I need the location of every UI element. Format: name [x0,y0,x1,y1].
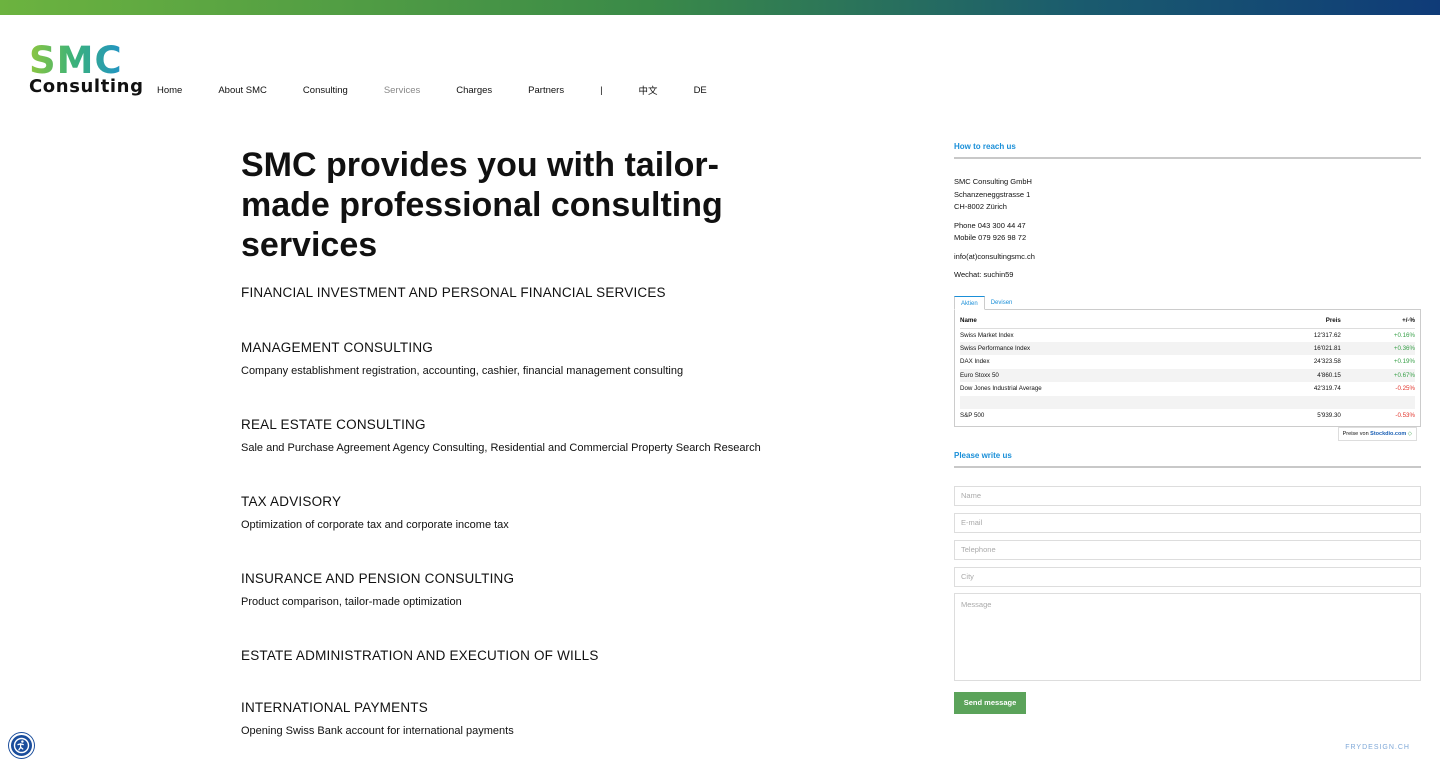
col-price: Preis [1246,313,1341,329]
service-text: Optimization of corporate tax and corpor… [241,519,509,531]
company-mobile: Mobile 079 926 98 72 [954,233,1027,242]
main-content: SMC provides you with tailor-made profes… [241,145,861,737]
reach-us-heading: How to reach us [954,142,1421,159]
service-section: INTERNATIONAL PAYMENTS Opening Swiss Ban… [241,700,861,737]
tab-devisen[interactable]: Devisen [985,296,1019,310]
row-change: +0.19% [1393,358,1415,366]
footer-credit[interactable]: FRYDESIGN.CH [1345,744,1410,751]
top-gradient-bar [0,0,1440,15]
service-section: REAL ESTATE CONSULTING Sale and Purchase… [241,417,861,454]
page-title: SMC provides you with tailor-made profes… [241,146,723,264]
row-change [1340,395,1415,409]
row-name: Euro Stoxx 50 [960,368,1247,382]
row-name: Dow Jones Industrial Average [960,385,1042,393]
page-subtitle: FINANCIAL INVESTMENT AND PERSONAL FINANC… [241,285,666,300]
table-row: DAX Index 24'323.58 +0.19% [960,355,1415,369]
table-row: S&P 500 5'939.30 -0.53% [960,409,1415,423]
service-text: Opening Swiss Bank account for internati… [241,725,514,737]
message-field[interactable] [954,592,1421,681]
row-name: S&P 500 [960,412,985,420]
row-price: 24'323.58 [1313,358,1341,366]
table-row: Euro Stoxx 50 4'860.15 +0.67% [960,368,1415,382]
row-name [960,395,1247,409]
stockdio-credit[interactable]: Preise von Stockdio.com ◇ [1337,426,1417,441]
service-section: ESTATE ADMINISTRATION AND EXECUTION OF W… [241,648,861,663]
nav-consulting[interactable]: Consulting [303,85,348,96]
nav-separator: | [600,84,603,96]
col-name: Name [960,313,1247,329]
table-row: Swiss Market Index 12'317.62 +0.16% [960,328,1415,342]
write-us-heading: Please write us [954,451,1421,468]
service-heading: ESTATE ADMINISTRATION AND EXECUTION OF W… [241,648,599,663]
row-change: -0.25% [1395,385,1415,393]
row-change: +0.16% [1393,331,1415,339]
service-section: TAX ADVISORY Optimization of corporate t… [241,494,861,531]
nav-services[interactable]: Services [384,85,420,96]
smc-logo[interactable]: SMC Consulting [29,42,144,100]
company-email[interactable]: info(at)consultingsmc.ch [954,251,1421,264]
stockdio-icon: ◇ [1407,430,1412,437]
nav-home[interactable]: Home [157,85,182,96]
row-price: 42'319.74 [1313,385,1341,393]
contact-block: SMC Consulting GmbH Schanzeneggstrasse 1… [954,176,1421,282]
service-text: Product comparison, tailor-made optimiza… [241,596,462,608]
row-price: 4'860.15 [1246,368,1341,382]
row-price: 16'021.81 [1246,341,1341,355]
company-name: SMC Consulting GmbH [954,177,1032,186]
sidebar: How to reach us SMC Consulting GmbH Scha… [954,142,1421,714]
contact-form: Please write us Send message [954,451,1421,714]
city-field[interactable] [954,566,1421,587]
name-field[interactable] [954,485,1421,506]
col-change: +/-% [1340,313,1415,329]
stock-table: Name Preis +/-% Swiss Market Index 12'31… [954,308,1421,427]
send-message-button[interactable]: Send message [954,691,1026,714]
service-heading: INTERNATIONAL PAYMENTS [241,700,428,715]
service-section: MANAGEMENT CONSULTING Company establishm… [241,340,861,377]
service-heading: MANAGEMENT CONSULTING [241,340,433,355]
table-row: Swiss Performance Index 16'021.81 +0.36% [960,341,1415,355]
company-street: Schanzeneggstrasse 1 [954,189,1031,199]
service-section: INSURANCE AND PENSION CONSULTING Product… [241,571,861,608]
table-row: Dow Jones Industrial Average 42'319.74 -… [960,382,1415,396]
main-nav: Home About SMC Consulting Services Charg… [157,83,743,98]
service-heading: INSURANCE AND PENSION CONSULTING [241,571,515,586]
tab-aktien[interactable]: Aktien [954,295,985,310]
accessibility-icon[interactable] [9,733,34,758]
credit-brand: Stockdio.com [1370,430,1407,437]
nav-partners[interactable]: Partners [528,85,564,96]
service-text: Sale and Purchase Agreement Agency Consu… [241,442,761,454]
credit-prefix: Preise von [1342,430,1369,437]
table-row [960,395,1415,409]
company-phone: Phone 043 300 44 47 [954,220,1026,230]
service-heading: REAL ESTATE CONSULTING [241,417,426,432]
row-price: 5'939.30 [1317,412,1341,420]
row-change: +0.36% [1340,341,1415,355]
row-name: Swiss Market Index [960,331,1014,339]
email-field[interactable] [954,512,1421,533]
row-price [1246,395,1341,409]
row-change: +0.67% [1340,368,1415,382]
row-name: Swiss Performance Index [960,341,1247,355]
logo-consulting-text: Consulting [29,76,144,97]
stock-widget: Aktien Devisen Name Preis +/-% Swiss Mar… [954,295,1421,441]
stock-tabs: Aktien Devisen [954,295,1421,310]
nav-lang-chinese[interactable]: 中文 [639,83,658,97]
logo-smc-text: SMC [29,42,129,79]
nav-charges[interactable]: Charges [456,85,492,96]
telephone-field[interactable] [954,539,1421,560]
service-heading: TAX ADVISORY [241,494,342,509]
row-name: DAX Index [960,358,990,366]
row-price: 12'317.62 [1313,331,1341,339]
row-change: -0.53% [1395,412,1415,420]
service-text: Company establishment registration, acco… [241,365,684,377]
company-wechat: Wechat: suchin59 [954,270,1014,279]
nav-about[interactable]: About SMC [218,85,267,96]
nav-lang-de[interactable]: DE [694,85,707,96]
company-city: CH-8002 Zürich [954,202,1007,211]
